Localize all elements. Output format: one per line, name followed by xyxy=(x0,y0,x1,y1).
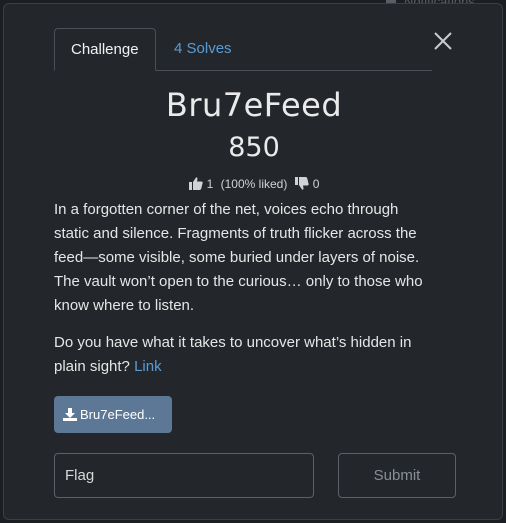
description-paragraph-1: In a forgotten corner of the net, voices… xyxy=(54,201,423,314)
tab-challenge[interactable]: Challenge xyxy=(54,28,156,71)
challenge-title: Bru7eFeed xyxy=(165,86,343,124)
liked-percentage: (100% liked) xyxy=(220,177,288,191)
dislikes-count: 0 xyxy=(312,177,320,191)
challenge-description: In a forgotten corner of the net, voices… xyxy=(54,198,434,392)
download-icon xyxy=(63,408,77,421)
file-name-label: Bru7eFeed... xyxy=(80,407,156,422)
submit-button[interactable]: Submit xyxy=(338,453,456,498)
download-file-button[interactable]: Bru7eFeed... xyxy=(54,396,172,433)
tab-solves[interactable]: 4 Solves xyxy=(158,28,248,70)
description-text: Do you have what it takes to uncover wha… xyxy=(54,334,412,375)
tab-bar: Challenge 4 Solves xyxy=(54,28,432,71)
likes-count: 1 xyxy=(206,177,214,191)
challenge-link[interactable]: Link xyxy=(134,358,162,375)
thumbs-up-icon[interactable] xyxy=(188,177,203,193)
challenge-modal: Challenge 4 Solves Bru7eFeed 850 1 (100%… xyxy=(3,3,503,520)
description-paragraph-2: Do you have what it takes to uncover wha… xyxy=(54,331,434,379)
close-icon[interactable] xyxy=(432,30,454,52)
rating-row: 1 (100% liked) 0 xyxy=(4,177,504,193)
challenge-points: 850 xyxy=(228,132,280,163)
thumbs-down-icon[interactable] xyxy=(294,177,309,193)
flag-input[interactable] xyxy=(54,453,314,498)
